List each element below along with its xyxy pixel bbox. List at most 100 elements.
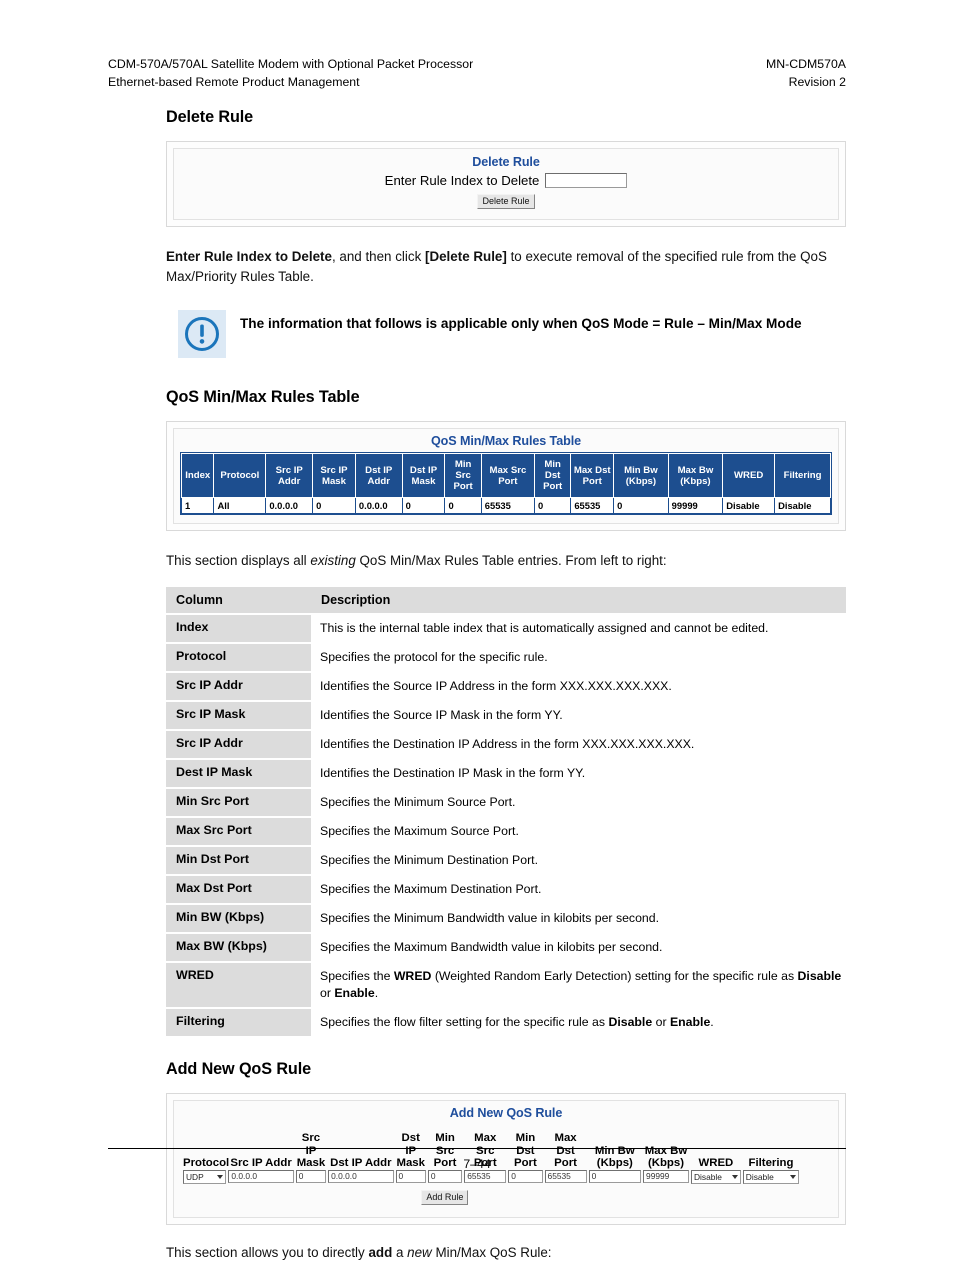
table-row: 1All0.0.0.000.0.0.00065535065535099999Di… [182,498,831,514]
heading-add-new-qos-rule: Add New QoS Rule [166,1060,846,1079]
qos-cell: 0.0.0.0 [355,498,402,514]
delete-rule-gui-inner: Delete Rule Enter Rule Index to Delete D… [173,148,839,220]
add-rule-fields-row: UDP 0.0.0.0 0 0.0.0.0 0 0 65535 0 65535 … [176,1170,836,1184]
qos-col-header: Index [182,454,214,498]
table-row: Max Src PortSpecifies the Maximum Source… [166,818,846,845]
document-title-line2: Ethernet-based Remote Product Management [108,73,473,91]
qos-cell: 99999 [668,498,723,514]
qos-cell: 0 [445,498,481,514]
qos-cell: Disable [723,498,775,514]
qos-cell: 0 [614,498,669,514]
page-content: Delete Rule Delete Rule Enter Rule Index… [166,108,846,1262]
qos-table-intro-paragraph: This section displays all existing QoS M… [166,551,846,571]
qos-intro-text2: QoS Min/Max Rules Table entries. From le… [356,553,667,568]
delete-rule-gui-panel: Delete Rule Enter Rule Index to Delete D… [166,141,846,227]
delete-rule-index-label: Enter Rule Index to Delete [385,173,540,188]
note-text: The information that follows is applicab… [240,310,802,334]
table-row: Max BW (Kbps)Specifies the Maximum Bandw… [166,934,846,961]
qos-col-header: Src IP Addr [266,454,313,498]
wred-select-value: Disable [694,1171,722,1183]
add-rule-p-bold: add [368,1245,392,1260]
desc-column-description: Specifies the Minimum Source Port. [311,789,846,816]
qos-cell: 65535 [571,498,614,514]
table-row: Min BW (Kbps)Specifies the Minimum Bandw… [166,905,846,932]
desc-column-description: Specifies the flow filter setting for th… [311,1009,846,1036]
desc-header-description: Description [311,587,846,613]
qos-col-header: Src IP Mask [313,454,356,498]
max-bw-input[interactable]: 99999 [643,1170,689,1183]
qos-col-header: Max Dst Port [571,454,614,498]
src-ip-addr-input[interactable]: 0.0.0.0 [228,1170,293,1183]
delete-rule-p-text1: , and then click [332,249,425,264]
qos-cell: All [214,498,266,514]
desc-header-row: Column Description [166,587,846,613]
delete-rule-index-input[interactable] [545,173,627,188]
desc-column-description: Specifies the Maximum Source Port. [311,818,846,845]
desc-column-name: Src IP Addr [166,731,311,758]
desc-column-name: Index [166,615,311,642]
desc-column-description: Specifies the Minimum Destination Port. [311,847,846,874]
desc-column-description: Specifies the Maximum Bandwidth value in… [311,934,846,961]
document-revision: Revision 2 [766,73,846,91]
max-dst-port-input[interactable]: 65535 [545,1170,587,1183]
desc-column-name: Max BW (Kbps) [166,934,311,961]
desc-column-name: Filtering [166,1009,311,1036]
qos-col-header: Dst IP Mask [402,454,445,498]
column-description-table: Column Description IndexThis is the inte… [166,585,846,1038]
table-row: Src IP MaskIdentifies the Source IP Mask… [166,702,846,729]
desc-column-name: Protocol [166,644,311,671]
qos-table-gui-inner: QoS Min/Max Rules Table IndexProtocolSrc… [173,428,839,524]
table-row: FilteringSpecifies the flow filter setti… [166,1009,846,1036]
qos-col-header: Dst IP Addr [355,454,402,498]
qos-intro-text1: This section displays all [166,553,310,568]
desc-column-description: This is the internal table index that is… [311,615,846,642]
qos-cell: 65535 [481,498,534,514]
qos-table-gui-title: QoS Min/Max Rules Table [180,434,832,448]
delete-rule-button[interactable]: Delete Rule [477,194,534,209]
desc-table-body: IndexThis is the internal table index th… [166,615,846,1036]
qos-cell: Disable [775,498,831,514]
qos-cell: 0 [402,498,445,514]
desc-column-name: Src IP Mask [166,702,311,729]
add-rule-paragraph: This section allows you to directly add … [166,1243,846,1262]
add-rule-button-wrap: Add Rule [176,1187,836,1205]
delete-rule-form-row: Enter Rule Index to Delete [182,173,830,188]
desc-column-name: Src IP Addr [166,673,311,700]
max-src-port-input[interactable]: 65535 [464,1170,506,1183]
add-rule-p-text2: a [392,1245,407,1260]
min-src-port-input[interactable]: 0 [428,1170,462,1183]
document-title-line1: CDM-570A/570AL Satellite Modem with Opti… [108,55,473,73]
desc-column-description: Identifies the Source IP Address in the … [311,673,846,700]
add-rule-p-italic: new [407,1245,432,1260]
qos-table-header-row: IndexProtocolSrc IP AddrSrc IP MaskDst I… [182,454,831,498]
qos-minmax-rules-table: IndexProtocolSrc IP AddrSrc IP MaskDst I… [181,453,831,514]
min-bw-input[interactable]: 0 [589,1170,641,1183]
qos-col-header: Min Bw (Kbps) [614,454,669,498]
footer-page-number: 7–44 [108,1157,846,1171]
wred-select[interactable]: Disable [691,1170,741,1184]
table-row: ProtocolSpecifies the protocol for the s… [166,644,846,671]
desc-column-name: Min BW (Kbps) [166,905,311,932]
footer-divider [108,1148,846,1149]
desc-column-name: WRED [166,963,311,1007]
desc-column-name: Dest IP Mask [166,760,311,787]
heading-qos-minmax-rules-table: QoS Min/Max Rules Table [166,388,846,407]
add-rule-button[interactable]: Add Rule [421,1190,468,1205]
document-number: MN-CDM570A [766,55,846,73]
desc-column-name: Max Dst Port [166,876,311,903]
desc-column-name: Min Dst Port [166,847,311,874]
delete-rule-button-wrap: Delete Rule [182,191,830,209]
dst-ip-mask-input[interactable]: 0 [396,1170,426,1183]
protocol-select[interactable]: UDP [183,1170,226,1184]
page-header-left: CDM-570A/570AL Satellite Modem with Opti… [108,55,473,91]
filtering-select[interactable]: Disable [743,1170,799,1184]
qos-cell: 0 [534,498,570,514]
min-dst-port-input[interactable]: 0 [508,1170,542,1183]
page-header: CDM-570A/570AL Satellite Modem with Opti… [108,55,846,91]
qos-col-header: Min Dst Port [534,454,570,498]
dst-ip-addr-input[interactable]: 0.0.0.0 [328,1170,393,1183]
qos-col-header: Filtering [775,454,831,498]
table-row: Src IP AddrIdentifies the Destination IP… [166,731,846,758]
delete-rule-p-bold2: [Delete Rule] [425,249,507,264]
src-ip-mask-input[interactable]: 0 [296,1170,326,1183]
